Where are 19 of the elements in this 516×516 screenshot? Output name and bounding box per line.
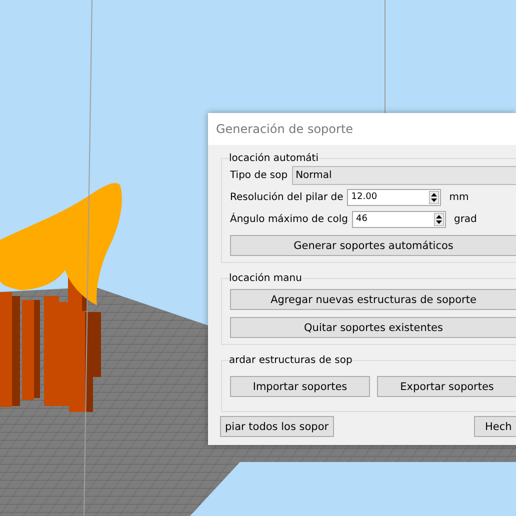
unit-label: grad	[454, 214, 477, 224]
group-title: ardar estructuras de sop	[229, 355, 352, 366]
spin-box[interactable]: 46	[352, 210, 446, 228]
action-button[interactable]: Agregar nuevas estructuras de soporte	[230, 289, 516, 310]
dropdown[interactable]: Normal	[292, 166, 516, 184]
action-button[interactable]: Importar soportes	[230, 376, 370, 397]
unit-label: mm	[449, 192, 469, 202]
window-title: Generación de soporte	[216, 122, 354, 136]
spin-box[interactable]: 12.00	[347, 188, 442, 206]
action-button[interactable]: Exportar soportes	[377, 376, 516, 397]
field-label: Tipo de sop	[230, 170, 288, 180]
action-button[interactable]: Quitar soportes existentes	[230, 317, 516, 338]
action-button[interactable]: piar todos los sopor	[220, 416, 334, 437]
field-label: Resolución del pilar de	[230, 192, 344, 202]
action-button[interactable]: Hech	[474, 416, 516, 437]
group-title: locación automáti	[229, 153, 319, 164]
group-title: locación manu	[229, 273, 302, 284]
field-label: Ángulo máximo de colg	[230, 214, 348, 224]
action-button[interactable]: Generar soportes automáticos	[230, 235, 516, 256]
